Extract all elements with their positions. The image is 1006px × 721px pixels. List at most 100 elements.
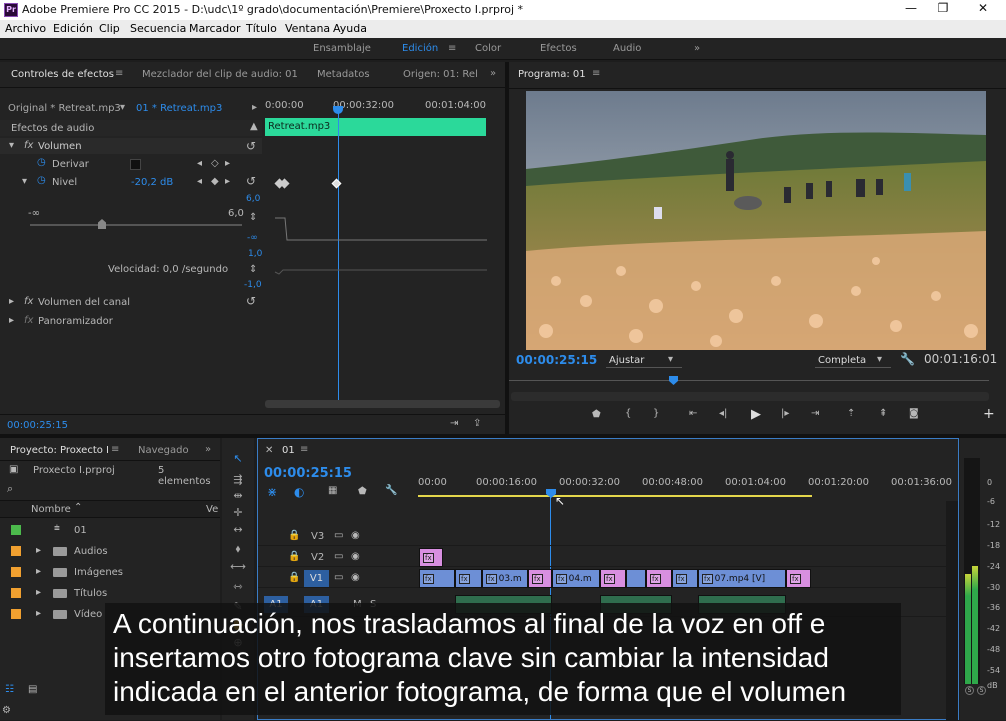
keyframe-marker[interactable] bbox=[331, 178, 342, 189]
tab-source[interactable]: Origen: 01: Rel bbox=[403, 69, 478, 80]
menu-archivo[interactable]: Archivo bbox=[5, 22, 46, 35]
master-clip-label[interactable]: Original * Retreat.mp3 bbox=[8, 103, 121, 114]
volume-effect-row[interactable]: ▾ fx Volumen ↺ bbox=[0, 138, 262, 154]
program-playhead-icon[interactable] bbox=[669, 376, 678, 385]
expand-triangle-icon[interactable]: ▸ bbox=[36, 566, 41, 577]
expand-triangle-icon[interactable]: ▸ bbox=[9, 315, 14, 326]
program-timecode[interactable]: 00:00:25:15 bbox=[516, 353, 597, 367]
add-keyframe-icon[interactable]: ◇ bbox=[211, 158, 219, 169]
timeline-ruler[interactable]: 00:00 00:00:16:00 00:00:32:00 00:00:48:0… bbox=[418, 475, 952, 501]
timeline-timecode[interactable]: 00:00:25:15 bbox=[264, 466, 352, 481]
tab-menu-icon[interactable]: ≡ bbox=[300, 444, 308, 455]
go-to-in-icon[interactable]: ⇤ bbox=[689, 408, 697, 419]
filter-icon[interactable]: ⇥ bbox=[450, 418, 458, 429]
minimize-button[interactable]: — bbox=[896, 1, 926, 15]
workspace-more-icon[interactable]: » bbox=[694, 43, 700, 54]
expand-triangle-icon[interactable]: ▸ bbox=[9, 296, 14, 307]
menu-titulo[interactable]: Título bbox=[246, 22, 277, 35]
clip-pink[interactable]: fx bbox=[646, 569, 672, 588]
list-item[interactable]: ▸ Títulos bbox=[0, 583, 220, 603]
timeline-settings-icon[interactable]: 🔧 bbox=[385, 485, 397, 496]
label-color-swatch[interactable] bbox=[11, 567, 21, 577]
expand-triangle-icon[interactable]: ▾ bbox=[22, 176, 27, 187]
workspace-audio[interactable]: Audio bbox=[613, 43, 641, 54]
list-item[interactable]: ▸ Audios bbox=[0, 541, 220, 561]
clip-pink[interactable]: fx bbox=[528, 569, 552, 588]
tab-program[interactable]: Programa: 01 bbox=[518, 69, 586, 80]
reset-icon[interactable]: ↺ bbox=[246, 294, 256, 308]
slip-tool-icon[interactable]: ⟷ bbox=[230, 560, 246, 574]
label-color-swatch[interactable] bbox=[11, 546, 21, 556]
panner-row[interactable]: ▸ fx Panoramizador bbox=[0, 313, 262, 329]
lock-icon[interactable]: 🔒 bbox=[288, 530, 300, 541]
label-color-swatch[interactable] bbox=[11, 609, 21, 619]
ec-time-ruler[interactable]: 0:00:00 00:00:32:00 00:01:04:00 bbox=[265, 98, 487, 116]
settings-icon[interactable]: ⚙ bbox=[2, 705, 11, 716]
reset-icon[interactable]: ↺ bbox=[246, 139, 256, 153]
expand-arrow-icon[interactable]: ▸ bbox=[252, 102, 257, 113]
timeline-vertical-scrollbar[interactable] bbox=[946, 501, 958, 721]
scroll-up-icon[interactable]: ▲ bbox=[250, 121, 258, 132]
add-keyframe-icon[interactable]: ◆ bbox=[211, 176, 219, 187]
add-button-icon[interactable]: + bbox=[983, 406, 995, 422]
linked-selection-icon[interactable]: ◐ bbox=[294, 485, 304, 499]
toggle-sync-icon[interactable]: ▭ bbox=[334, 530, 343, 541]
clip-video[interactable]: fx 07.mp4 [V] bbox=[698, 569, 786, 588]
level-slider-thumb[interactable] bbox=[98, 219, 106, 229]
close-button[interactable]: ✕ bbox=[968, 1, 998, 15]
label-color-swatch[interactable] bbox=[11, 525, 21, 535]
expand-triangle-icon[interactable]: ▸ bbox=[36, 545, 41, 556]
effect-controls-timecode[interactable]: 00:00:25:15 bbox=[7, 420, 68, 431]
sequence-clip-label[interactable]: 01 * Retreat.mp3 bbox=[136, 103, 222, 114]
clip-pink[interactable]: fx bbox=[419, 548, 443, 567]
tab-metadata[interactable]: Metadatos bbox=[317, 69, 370, 80]
menu-edicion[interactable]: Edición bbox=[53, 22, 93, 35]
column-right[interactable]: Ve bbox=[206, 504, 218, 515]
lift-icon[interactable]: ⇡ bbox=[847, 408, 855, 419]
quality-dropdown[interactable]: Completa ▾ bbox=[815, 353, 891, 368]
clip-video[interactable]: fx 04.m bbox=[552, 569, 600, 588]
level-slider-track[interactable] bbox=[30, 224, 242, 226]
step-forward-icon[interactable]: |▸ bbox=[781, 408, 789, 419]
menu-ayuda[interactable]: Ayuda bbox=[333, 22, 367, 35]
list-item[interactable]: ▸ Imágenes bbox=[0, 562, 220, 582]
ec-horizontal-scrollbar[interactable] bbox=[265, 400, 500, 408]
workspace-efectos[interactable]: Efectos bbox=[540, 43, 577, 54]
tab-menu-icon[interactable]: ≡ bbox=[592, 68, 600, 79]
insert-sequence-icon[interactable]: ▦ bbox=[328, 485, 337, 496]
label-color-swatch[interactable] bbox=[11, 588, 21, 598]
tab-effect-controls[interactable]: Controles de efectos bbox=[11, 69, 114, 80]
toggle-sync-icon[interactable]: ▭ bbox=[334, 572, 343, 583]
tab-menu-icon[interactable]: ≡ bbox=[111, 444, 119, 455]
razor-tool-icon[interactable]: ⬧ bbox=[230, 542, 246, 556]
ripple-edit-tool-icon[interactable]: ⇹ bbox=[230, 489, 246, 503]
sort-up-icon[interactable]: ⌃ bbox=[74, 502, 82, 513]
program-mini-ruler[interactable] bbox=[509, 380, 989, 381]
toggle-sync-icon[interactable]: ▭ bbox=[334, 551, 343, 562]
fit-dropdown[interactable]: Ajustar ▾ bbox=[606, 353, 682, 368]
clip-video[interactable] bbox=[626, 569, 646, 588]
eye-icon[interactable]: ◉ bbox=[351, 572, 360, 583]
stopwatch-icon[interactable]: ◷ bbox=[37, 157, 46, 168]
menu-clip[interactable]: Clip bbox=[99, 22, 120, 35]
clip-pink[interactable]: fx bbox=[600, 569, 626, 588]
add-marker-icon[interactable]: ⬟ bbox=[592, 409, 601, 420]
tab-sequence[interactable]: 01 bbox=[282, 445, 295, 456]
fx-icon[interactable]: fx bbox=[24, 140, 33, 151]
keyframe-marker[interactable] bbox=[279, 178, 290, 189]
workspace-color[interactable]: Color bbox=[475, 43, 501, 54]
graph-scale-icon[interactable]: ⇕ bbox=[249, 264, 257, 275]
expand-triangle-icon[interactable]: ▸ bbox=[36, 608, 41, 619]
workspace-edicion[interactable]: Edición bbox=[402, 43, 438, 54]
clip-video[interactable]: fx 03.m bbox=[482, 569, 528, 588]
export-frame-icon[interactable]: ◙ bbox=[909, 408, 919, 419]
expand-triangle-icon[interactable]: ▸ bbox=[36, 587, 41, 598]
go-to-out-icon[interactable]: ⇥ bbox=[811, 408, 819, 419]
fx-icon[interactable]: fx bbox=[24, 296, 33, 307]
search-icon[interactable]: ⌕ bbox=[7, 482, 13, 496]
extract-icon[interactable]: ⇞ bbox=[879, 408, 887, 419]
eye-icon[interactable]: ◉ bbox=[351, 530, 360, 541]
next-keyframe-icon[interactable]: ▸ bbox=[225, 158, 230, 169]
clip-video[interactable]: fx bbox=[419, 569, 455, 588]
channel-volume-row[interactable]: ▸ fx Volumen del canal ↺ bbox=[0, 294, 262, 310]
